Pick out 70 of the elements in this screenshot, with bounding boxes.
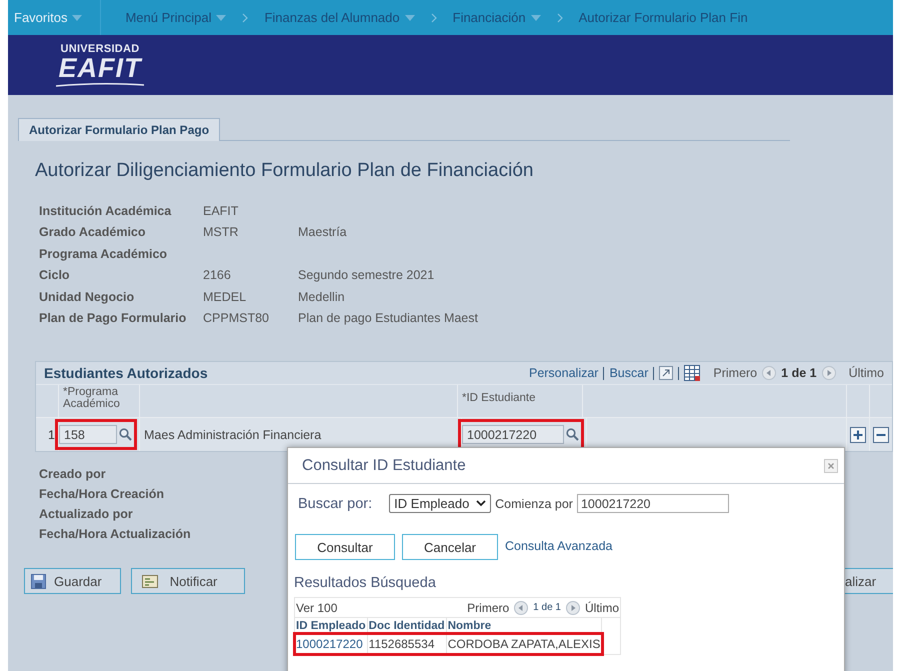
field-label: Programa Académico <box>39 246 168 261</box>
note-icon <box>142 574 158 588</box>
previous-icon[interactable] <box>514 600 528 614</box>
action-button[interactable]: Guardar <box>24 568 121 594</box>
program-input[interactable]: 158 <box>59 425 117 444</box>
field-description: Maestría <box>298 225 347 240</box>
field-description: Plan de pago Estudiantes Maest <box>298 311 478 326</box>
chevron-icon <box>242 12 248 22</box>
field-value: 2166 <box>203 268 231 282</box>
field-description: Segundo semestre 2021 <box>298 268 434 282</box>
page-count: 1 de 1 <box>533 602 561 613</box>
search-icon[interactable] <box>119 428 132 441</box>
previous-icon[interactable] <box>762 366 776 380</box>
result-link[interactable]: 1000217220 <box>295 634 368 654</box>
field-label: Ciclo <box>39 268 71 282</box>
column-header: *Programa Académico <box>59 385 140 417</box>
chevron-icon <box>556 12 563 22</box>
pager-label: Primero <box>713 366 758 380</box>
pager-label: Primero <box>467 600 510 614</box>
grid-link[interactable]: Personalizar <box>528 366 598 380</box>
dialog-button[interactable]: Cancelar <box>402 534 498 560</box>
column-header: Doc Identidad <box>367 618 446 634</box>
field-label: Institución Académica <box>39 204 172 218</box>
university-logo: UNIVERSIDAD EAFIT <box>56 44 144 86</box>
delete-row-icon[interactable] <box>873 426 889 442</box>
field-label: Grado Académico <box>39 225 147 240</box>
field-value: MSTR <box>203 225 238 240</box>
page-tab[interactable]: Autorizar Formulario Plan Pago <box>18 118 220 141</box>
search-input[interactable]: 1000217220 <box>576 494 729 513</box>
spreadsheet-icon[interactable] <box>684 365 700 381</box>
zoom-icon[interactable] <box>659 366 674 380</box>
operator-label: Comienza por <box>495 496 573 510</box>
advanced-search-link[interactable]: Consulta Avanzada <box>505 539 612 553</box>
column-header: Nombre <box>446 618 602 634</box>
search-icon[interactable] <box>566 428 579 441</box>
view-all-link[interactable]: Ver 100 <box>296 600 338 614</box>
field-label: Fecha/Hora Actualización <box>39 527 192 541</box>
action-button[interactable]: Notificar <box>130 568 246 594</box>
chevron-icon <box>430 12 437 22</box>
search-by-dropdown[interactable]: ID Empleado <box>389 494 492 513</box>
field-value: EAFIT <box>203 204 238 218</box>
search-by-label: Buscar por: <box>298 496 372 512</box>
field-description: Medellin <box>298 290 345 304</box>
page-title: Autorizar Diligenciamiento Formulario Plan de Financiación <box>35 160 534 182</box>
page-count: 1 de 1 <box>781 366 817 380</box>
field-label: Fecha/Hora Creación <box>39 487 166 501</box>
results-title: Resultados Búsqueda <box>294 575 437 591</box>
dialog-button[interactable]: Consultar <box>295 534 395 560</box>
next-icon[interactable] <box>566 600 580 614</box>
field-value: CPPMST80 <box>203 311 269 326</box>
table-cell: CORDOBA ZAPATA,ALEXIS <box>446 634 602 654</box>
add-row-icon[interactable] <box>850 426 866 442</box>
column-header: *ID Estudiante <box>458 385 583 417</box>
field-label: Creado por <box>39 467 107 481</box>
field-label: Plan de Pago Formulario <box>39 311 188 326</box>
next-icon[interactable] <box>822 366 836 380</box>
pager-label: Último <box>848 366 884 380</box>
student-id-input[interactable]: 1000217220 <box>462 425 564 444</box>
field-label: Unidad Negocio <box>39 290 136 304</box>
grid-link[interactable]: Buscar <box>609 366 648 380</box>
field-value: MEDEL <box>203 290 246 304</box>
highlighted-result-row[interactable]: 1000217220 1152685534 CORDOBA ZAPATA,ALEXIS <box>295 634 602 654</box>
field-label: Actualizado por <box>39 507 134 521</box>
grid-title: Estudiantes Autorizados <box>44 365 208 381</box>
close-icon[interactable] <box>824 458 838 472</box>
chevron-down-icon <box>476 500 486 507</box>
dialog-title: Consultar ID Estudiante <box>302 456 466 474</box>
column-header: ID Empleado <box>295 618 368 634</box>
pager-label: Último <box>584 600 619 614</box>
table-cell: 1152685534 <box>367 634 446 654</box>
